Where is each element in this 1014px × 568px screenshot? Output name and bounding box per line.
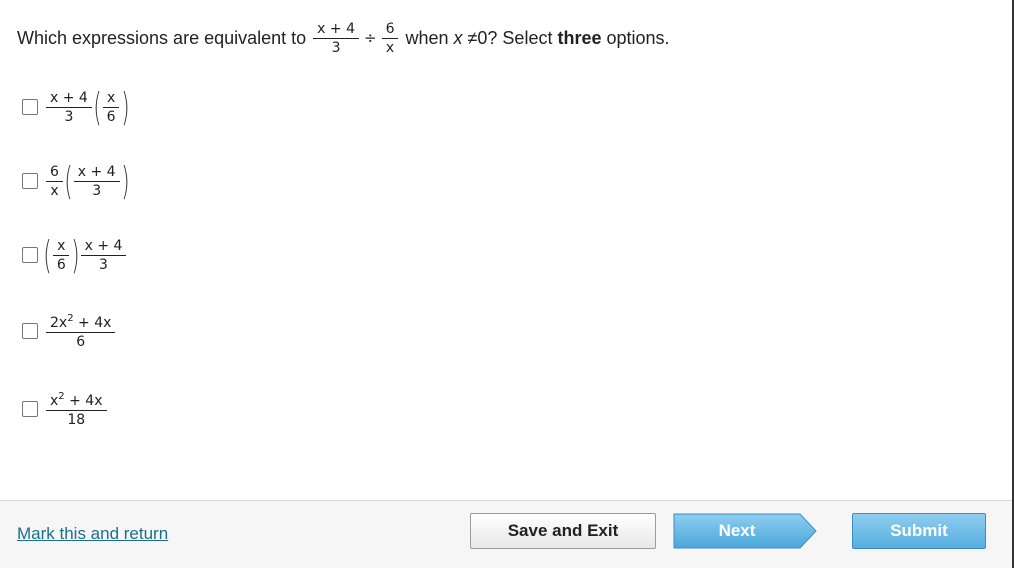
- question-suffix: options.: [606, 28, 670, 48]
- question-condition: 0? Select: [477, 28, 553, 48]
- option-4-expression: 2x2 + 4x 6: [44, 311, 117, 350]
- option-4-checkbox[interactable]: [22, 322, 38, 339]
- option-5-expression: x2 + 4x 18: [44, 389, 109, 428]
- divide-sign: ÷: [363, 29, 377, 47]
- submit-button[interactable]: Submit: [852, 513, 986, 549]
- save-and-exit-button[interactable]: Save and Exit: [470, 513, 656, 549]
- answer-option-2[interactable]: 6 x ( x + 4 3 ): [22, 159, 130, 203]
- fraction-6-over-x: 6 x: [381, 21, 399, 56]
- question-prefix: Which expressions are equivalent to: [17, 28, 307, 48]
- answer-option-1[interactable]: x + 4 3 ( x 6 ): [22, 85, 130, 129]
- right-paren: ): [71, 233, 80, 277]
- answer-option-5[interactable]: x2 + 4x 18: [22, 389, 109, 428]
- next-label: Next: [718, 521, 756, 540]
- question-expression: x + 4 3 ÷ 6 x: [311, 20, 400, 56]
- option-5-checkbox[interactable]: [22, 400, 38, 417]
- question-emphasis: three: [557, 28, 602, 48]
- option-3-checkbox[interactable]: [22, 247, 38, 263]
- right-paren: ): [120, 85, 130, 129]
- mark-and-return-link[interactable]: Mark this and return: [17, 524, 168, 544]
- answer-option-4[interactable]: 2x2 + 4x 6: [22, 311, 117, 350]
- left-paren: (: [64, 159, 73, 203]
- answer-option-3[interactable]: ( x 6 ) x + 4 3: [22, 236, 128, 274]
- navigation-footer: Mark this and return Save and Exit Next …: [0, 500, 1012, 568]
- option-1-expression: x + 4 3 ( x 6 ): [44, 85, 130, 129]
- option-1-checkbox[interactable]: [22, 99, 38, 115]
- assessment-frame: Which expressions are equivalent to x + …: [0, 0, 1014, 568]
- question-prompt: Which expressions are equivalent to x + …: [17, 20, 670, 56]
- option-2-checkbox[interactable]: [22, 173, 38, 189]
- left-paren: (: [93, 85, 102, 129]
- fraction-x-plus-4-over-3: x + 4 3: [313, 21, 359, 56]
- option-2-expression: 6 x ( x + 4 3 ): [44, 159, 130, 203]
- left-paren: (: [43, 233, 52, 277]
- question-variable: x: [453, 28, 463, 48]
- not-equal-sign: ≠: [467, 28, 478, 48]
- option-3-expression: ( x 6 ) x + 4 3: [43, 233, 128, 277]
- next-button[interactable]: Next: [673, 513, 818, 549]
- question-when: when: [405, 28, 449, 48]
- right-paren: ): [120, 159, 130, 203]
